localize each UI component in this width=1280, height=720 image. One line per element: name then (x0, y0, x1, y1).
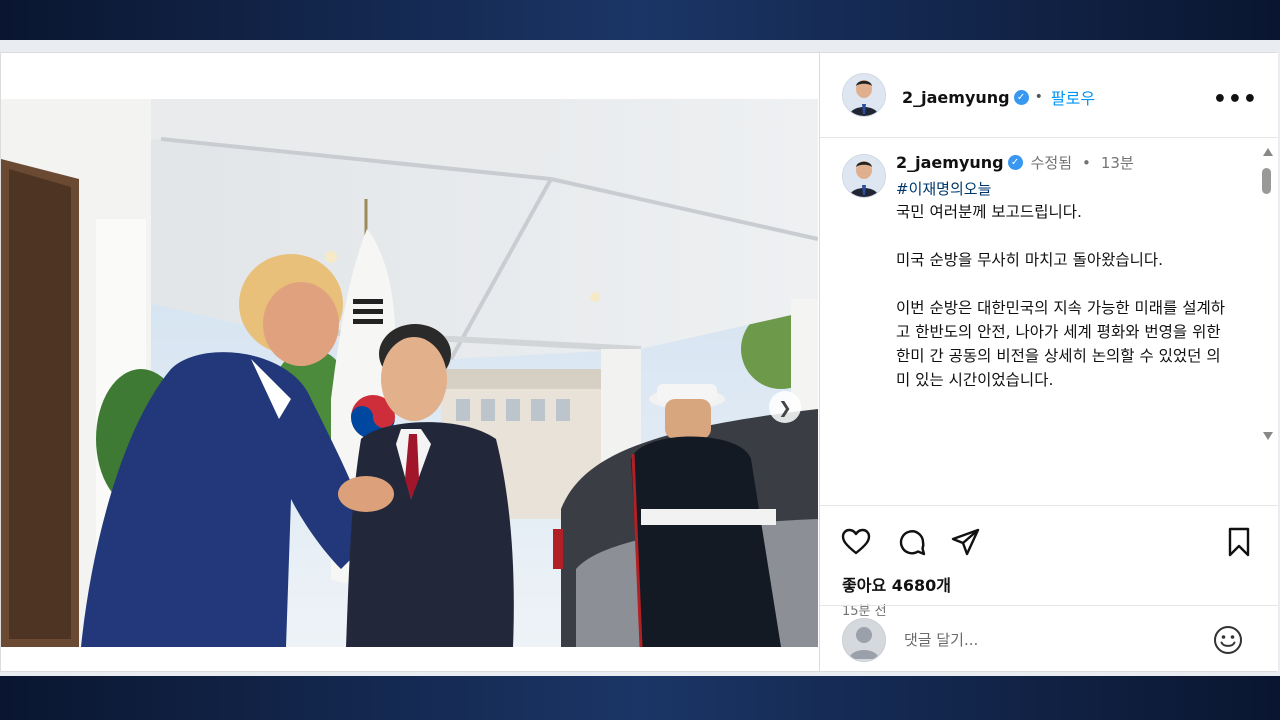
avatar[interactable] (842, 73, 886, 117)
heart-icon[interactable] (840, 526, 872, 558)
caption-user-row: 2_jaemyung ✓ 수정됨 • 13분 (896, 152, 1134, 173)
verified-badge-icon: ✓ (1013, 89, 1029, 105)
likes-count[interactable]: 좋아요 4680개 (842, 572, 951, 596)
post-photo[interactable]: ❯ (1, 99, 818, 647)
caption-avatar[interactable] (842, 154, 886, 198)
comment-box (820, 605, 1278, 672)
scroll-down-icon[interactable] (1263, 432, 1273, 440)
header-username[interactable]: 2_jaemyung (902, 88, 1010, 107)
caption-scrollbar[interactable] (1260, 148, 1274, 448)
top-border-band (0, 0, 1280, 40)
bottom-border-band (0, 676, 1280, 720)
header-user-row: 2_jaemyung ✓ • 팔로우 (902, 85, 1095, 109)
header-separator: • (1034, 89, 1043, 105)
hashtag-link[interactable]: #이재명의오늘 (896, 178, 991, 199)
post-frame: ❯ 2_jaemyung ✓ • 팔로우 ••• 2_jaemyung ✓ 수정… (0, 40, 1280, 676)
bookmark-icon[interactable] (1223, 526, 1255, 558)
photo-illustration (1, 99, 818, 647)
chevron-right-icon: ❯ (778, 397, 792, 417)
avatar-illustration (843, 74, 885, 116)
comment-icon[interactable] (896, 526, 928, 558)
caption-text: 국민 여러분께 보고드립니다. 미국 순방을 무사히 마치고 돌아왔습니다. 이… (896, 203, 1226, 389)
carousel-next-button[interactable]: ❯ (769, 391, 801, 423)
comment-input[interactable] (902, 626, 1186, 654)
scroll-up-icon[interactable] (1263, 148, 1273, 156)
default-user-icon (843, 619, 885, 661)
post-header: 2_jaemyung ✓ • 팔로우 ••• (820, 53, 1278, 138)
caption-area: 2_jaemyung ✓ 수정됨 • 13분 #이재명의오늘 국민 여러분께 보… (820, 138, 1278, 504)
caption-time: 13분 (1100, 154, 1134, 172)
commenter-avatar (842, 618, 886, 662)
caption-username[interactable]: 2_jaemyung (896, 153, 1004, 172)
more-options-icon[interactable]: ••• (1213, 87, 1258, 112)
post-side-panel: 2_jaemyung ✓ • 팔로우 ••• 2_jaemyung ✓ 수정됨 … (819, 53, 1278, 671)
emoji-icon[interactable] (1212, 624, 1244, 656)
scroll-thumb[interactable] (1262, 168, 1271, 194)
post-actions: 좋아요 4680개 15분 전 (820, 505, 1278, 619)
caption-avatar-illustration (843, 155, 885, 197)
instagram-post: ❯ 2_jaemyung ✓ • 팔로우 ••• 2_jaemyung ✓ 수정… (0, 52, 1278, 672)
send-icon[interactable] (950, 526, 982, 558)
caption-separator: • (1082, 153, 1091, 172)
edited-label: 수정됨 (1030, 154, 1073, 172)
verified-badge-icon: ✓ (1007, 155, 1023, 170)
follow-button[interactable]: 팔로우 (1051, 85, 1095, 109)
